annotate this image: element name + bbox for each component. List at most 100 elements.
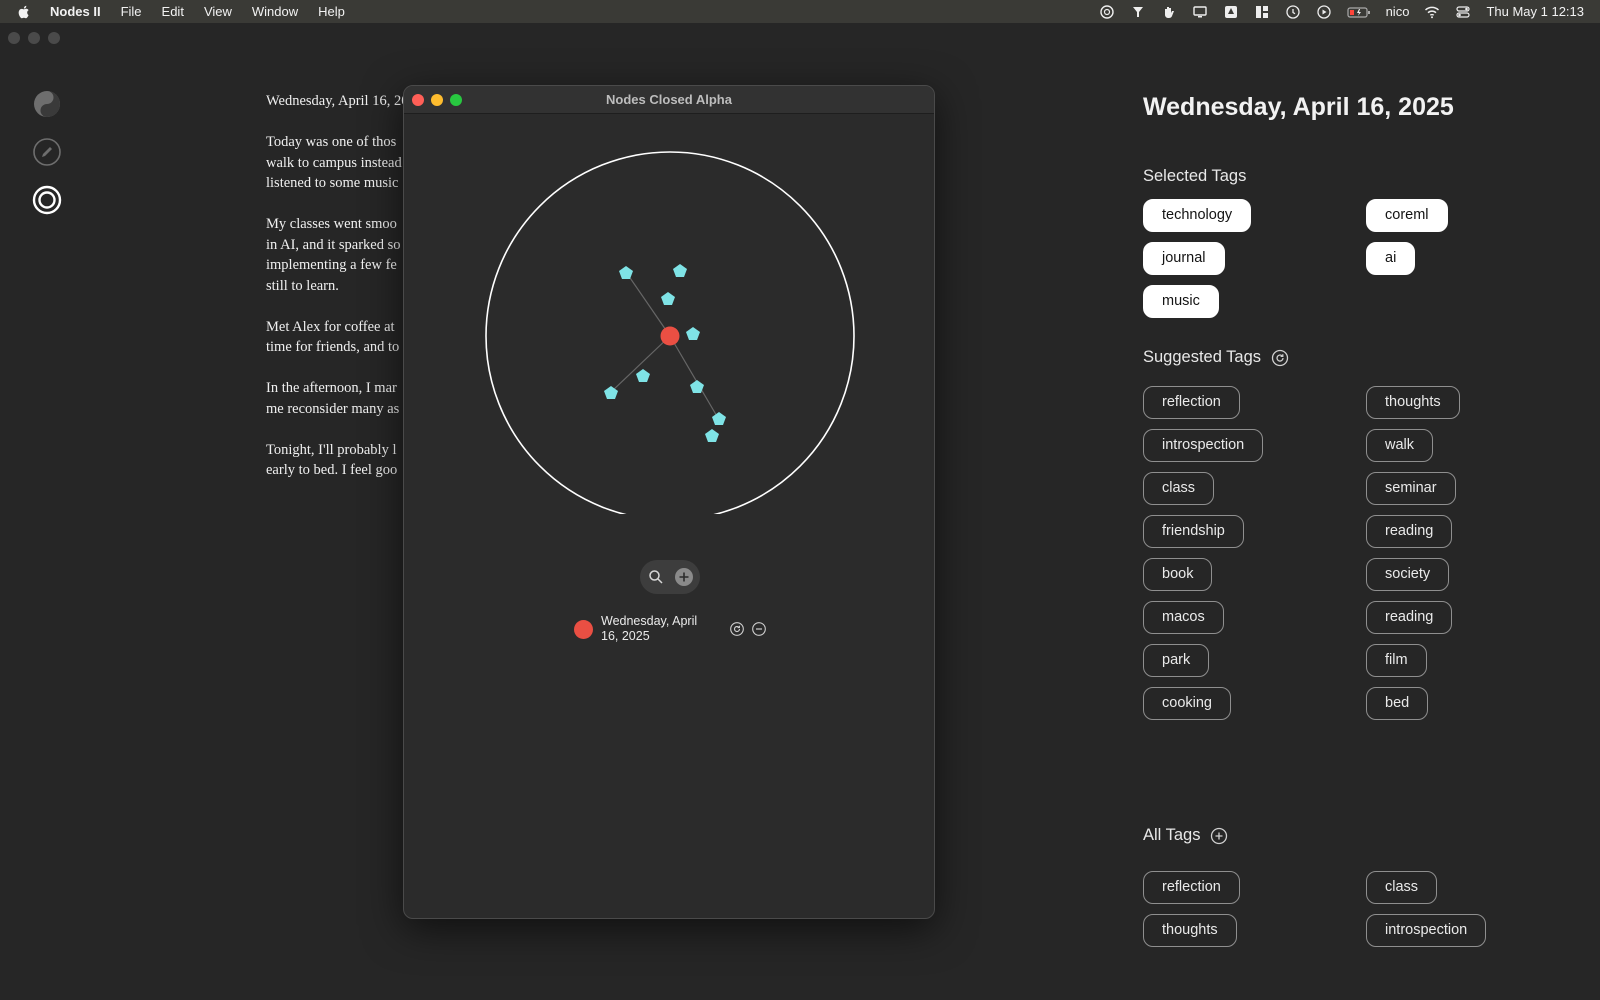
all-tag[interactable]: reflection	[1143, 871, 1240, 904]
search-button[interactable]	[646, 567, 666, 587]
tag-node[interactable]	[636, 369, 650, 382]
display-icon[interactable]	[1192, 4, 1208, 20]
tag-node[interactable]	[705, 429, 719, 442]
time-machine-icon[interactable]	[1285, 4, 1301, 20]
suggested-tag[interactable]: book	[1143, 558, 1213, 591]
menu-help[interactable]: Help	[318, 4, 345, 19]
tag-panel: Wednesday, April 16, 2025 Selected Tags …	[1143, 23, 1583, 1000]
node-actions	[729, 621, 767, 637]
close-button[interactable]	[8, 32, 20, 44]
selected-tags-label: Selected Tags	[1143, 167, 1247, 185]
hand-icon[interactable]	[1161, 4, 1177, 20]
all-tag[interactable]: introspection	[1366, 914, 1487, 947]
bartender-icon[interactable]	[1130, 4, 1146, 20]
nodes-window-titlebar[interactable]: Nodes Closed Alpha	[404, 86, 934, 114]
selected-tag[interactable]: ai	[1366, 242, 1416, 275]
minus-circle-icon	[752, 622, 766, 636]
selected-tags-heading: Selected Tags	[1143, 167, 1246, 186]
yin-yang-icon	[34, 91, 60, 117]
selected-tag[interactable]: coreml	[1366, 199, 1448, 232]
menu-file[interactable]: File	[121, 4, 142, 19]
nodes-window: Nodes Closed Alpha Wednesday, April 16, …	[403, 85, 935, 919]
zoom-button[interactable]	[450, 94, 462, 106]
suggested-tag[interactable]: macos	[1143, 601, 1224, 634]
refresh-node-button[interactable]	[729, 621, 745, 637]
suggested-tag[interactable]: seminar	[1366, 472, 1456, 505]
sidebar-item-write[interactable]	[30, 137, 64, 167]
minimize-button[interactable]	[431, 94, 443, 106]
sidebar-item-balance[interactable]	[30, 89, 64, 119]
all-tags-list: reflection class thoughts introspection	[1143, 871, 1583, 947]
graph-toolbar	[640, 560, 700, 594]
zoom-button[interactable]	[48, 32, 60, 44]
graph-edge	[610, 335, 671, 393]
all-tags-heading: All Tags	[1143, 826, 1228, 845]
nodes-window-title: Nodes Closed Alpha	[606, 92, 732, 107]
suggested-tag[interactable]: thoughts	[1366, 386, 1460, 419]
all-tag[interactable]: class	[1366, 871, 1438, 904]
suggested-tag[interactable]: society	[1366, 558, 1450, 591]
sidebar	[30, 89, 64, 215]
user-name[interactable]: nico	[1386, 4, 1410, 19]
close-button[interactable]	[412, 94, 424, 106]
all-tag[interactable]: thoughts	[1143, 914, 1237, 947]
tag-node[interactable]	[619, 266, 633, 279]
node-list-item[interactable]: Wednesday, April 16, 2025	[574, 614, 767, 644]
suggested-tag[interactable]: class	[1143, 472, 1215, 505]
add-node-button[interactable]	[674, 567, 694, 587]
sidebar-item-nodes[interactable]	[30, 185, 64, 215]
control-center-icon[interactable]	[1455, 4, 1471, 20]
suggested-tags-heading: Suggested Tags	[1143, 348, 1289, 367]
menu-edit[interactable]: Edit	[162, 4, 184, 19]
node-graph[interactable]	[404, 114, 935, 514]
suggested-tag[interactable]: reflection	[1143, 386, 1240, 419]
suggested-tag[interactable]: friendship	[1143, 515, 1244, 548]
plus-icon	[675, 568, 693, 586]
wifi-icon[interactable]	[1424, 4, 1440, 20]
search-icon	[649, 570, 663, 584]
tag-node[interactable]	[686, 327, 700, 340]
menu-window[interactable]: Window	[252, 4, 298, 19]
suggested-tag[interactable]: reading	[1366, 601, 1453, 634]
battery-icon[interactable]	[1346, 4, 1371, 20]
remove-node-button[interactable]	[751, 621, 767, 637]
all-tags-label: All Tags	[1143, 826, 1201, 844]
menu-bar-tray: nico Thu May 1 12:13	[1099, 4, 1584, 20]
suggested-tags-list: reflection thoughts introspection walk c…	[1143, 386, 1583, 720]
menu-bar: Nodes II File Edit View Window Help nico…	[0, 0, 1600, 23]
drive-icon[interactable]	[1223, 4, 1239, 20]
suggested-tags-label: Suggested Tags	[1143, 348, 1262, 366]
suggested-tag[interactable]: bed	[1366, 687, 1429, 720]
entry-node-dot	[574, 619, 593, 639]
tag-node[interactable]	[712, 412, 726, 425]
nodes-window-controls	[412, 94, 462, 106]
apple-logo-icon[interactable]	[16, 4, 32, 20]
selected-tag[interactable]: journal	[1143, 242, 1225, 275]
openai-icon[interactable]	[1099, 4, 1115, 20]
suggested-tag[interactable]: cooking	[1143, 687, 1231, 720]
menu-view[interactable]: View	[204, 4, 232, 19]
main-window-controls	[8, 32, 60, 44]
entry-node[interactable]	[660, 326, 680, 346]
tag-node[interactable]	[673, 264, 687, 277]
tag-node[interactable]	[661, 292, 675, 305]
suggested-tag[interactable]: reading	[1366, 515, 1453, 548]
graph-edges	[610, 271, 719, 419]
minimize-button[interactable]	[28, 32, 40, 44]
app-name-menu[interactable]: Nodes II	[50, 4, 101, 19]
selected-tag[interactable]: music	[1143, 285, 1219, 318]
entry-date-title: Wednesday, April 16, 2025	[1143, 93, 1454, 121]
target-icon	[32, 185, 62, 215]
refresh-icon[interactable]	[1271, 349, 1289, 367]
pencil-icon	[33, 138, 61, 166]
suggested-tag[interactable]: park	[1143, 644, 1210, 677]
menu-bar-clock[interactable]: Thu May 1 12:13	[1486, 4, 1584, 19]
suggested-tag[interactable]: film	[1366, 644, 1427, 677]
selected-tag[interactable]: technology	[1143, 199, 1252, 232]
add-tag-icon[interactable]	[1210, 827, 1228, 845]
suggested-tag[interactable]: walk	[1366, 429, 1434, 462]
graph-edge	[669, 335, 719, 419]
suggested-tag[interactable]: introspection	[1143, 429, 1264, 462]
layout-icon[interactable]	[1254, 4, 1270, 20]
play-icon[interactable]	[1316, 4, 1332, 20]
